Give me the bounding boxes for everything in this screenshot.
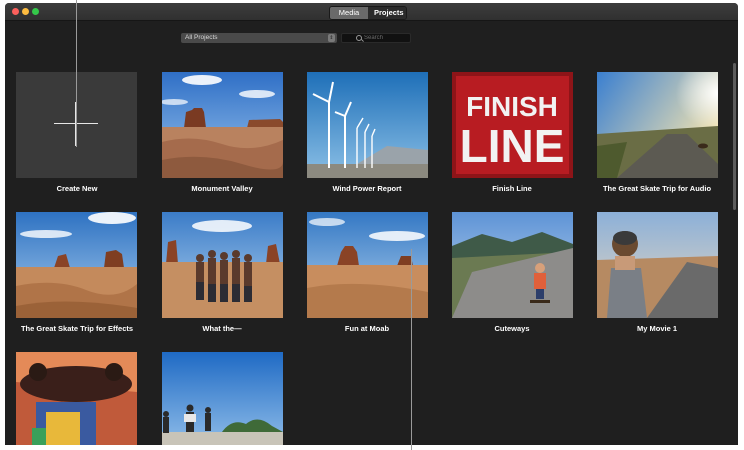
projects-filter-select[interactable]: All Projects ⇕	[181, 33, 337, 43]
view-switcher: Media Projects	[329, 6, 407, 20]
vertical-scrollbar[interactable]	[733, 63, 736, 210]
project-label-fun-at-moab: Fun at Moab	[344, 324, 390, 333]
project-label-what-the: What the—	[202, 324, 242, 333]
imovie-window: Media Projects All Projects ⇕ Create New	[5, 3, 738, 445]
skate-road-sunset-image	[597, 72, 718, 178]
chevron-up-down-icon: ⇕	[328, 34, 335, 42]
project-label-finish-line: Finish Line	[492, 184, 532, 193]
callout-line-project-thumbnail	[411, 249, 412, 450]
search-input[interactable]	[364, 34, 408, 42]
project-label-great-skate-trip-audio: The Great Skate Trip for Audio	[602, 184, 712, 193]
project-label-monument-valley: Monument Valley	[191, 184, 253, 193]
project-label-wind-power-report: Wind Power Report	[332, 184, 402, 193]
project-label-cuteways: Cuteways	[494, 324, 530, 333]
close-window-button[interactable]	[12, 8, 19, 15]
projects-filter-value: All Projects	[185, 34, 218, 41]
moab-buttes-image	[307, 212, 428, 318]
project-thumbnail-skaters-park[interactable]	[162, 352, 283, 445]
title-bar: Media Projects	[5, 3, 738, 21]
project-thumbnail-my-movie-1[interactable]	[597, 212, 718, 318]
group-desert-image	[162, 212, 283, 318]
skater-portrait-image	[597, 212, 718, 318]
finish-line-title-line-1: FINISH	[466, 91, 558, 122]
project-thumbnail-fun-at-moab[interactable]	[307, 212, 428, 318]
project-thumbnail-skateboard[interactable]	[16, 352, 137, 445]
project-thumbnail-great-skate-trip-effects[interactable]	[16, 212, 137, 318]
finish-line-title-line-2: LINE	[460, 120, 565, 172]
wind-turbines-image	[307, 72, 428, 178]
project-thumbnail-cuteways[interactable]	[452, 212, 573, 318]
desert-buttes-image	[16, 212, 137, 318]
search-icon	[356, 35, 362, 41]
tab-projects[interactable]: Projects	[368, 7, 406, 19]
finish-line-title-image: FINISH LINE	[452, 72, 573, 178]
project-thumbnail-great-skate-trip-audio[interactable]	[597, 72, 718, 178]
skaters-park-image	[162, 352, 283, 445]
minimize-window-button[interactable]	[22, 8, 29, 15]
callout-line-create-new	[76, 0, 77, 147]
skater-road-image	[452, 212, 573, 318]
fullscreen-window-button[interactable]	[32, 8, 39, 15]
project-thumbnail-wind-power-report[interactable]	[307, 72, 428, 178]
project-label-great-skate-trip-effects: The Great Skate Trip for Effects	[20, 324, 134, 333]
project-thumbnail-finish-line[interactable]: FINISH LINE	[452, 72, 573, 178]
project-label-my-movie-1: My Movie 1	[636, 324, 677, 333]
monument-valley-image	[162, 72, 283, 178]
project-thumbnail-what-the[interactable]	[162, 212, 283, 318]
project-thumbnail-monument-valley[interactable]	[162, 72, 283, 178]
project-browser-toolbar: All Projects ⇕	[5, 21, 738, 51]
tab-media[interactable]: Media	[330, 7, 368, 19]
search-field[interactable]	[341, 33, 411, 43]
create-new-label: Create New	[56, 184, 98, 193]
skateboard-closeup-image	[16, 352, 137, 445]
